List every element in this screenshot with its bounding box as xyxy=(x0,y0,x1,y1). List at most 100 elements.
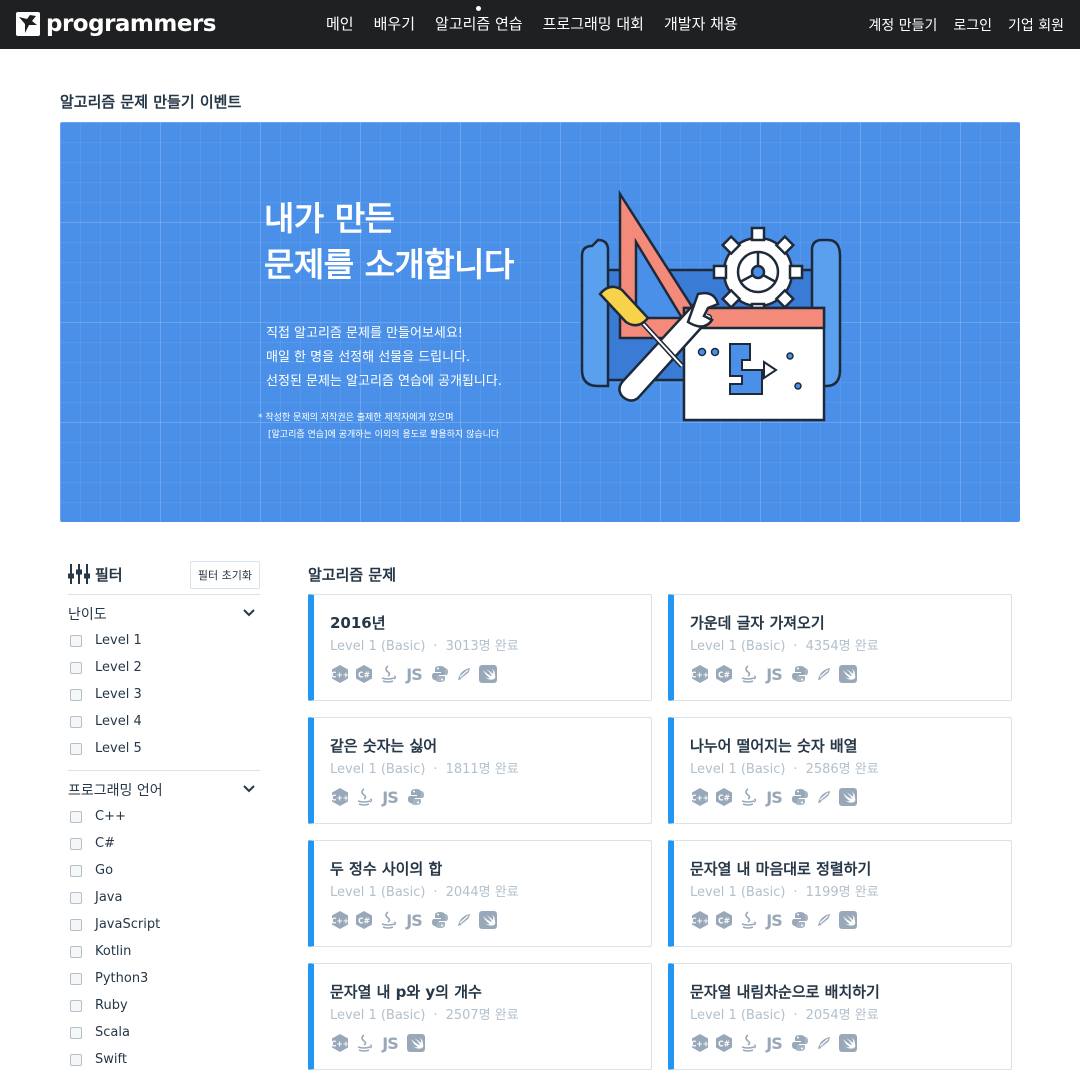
problem-meta: Level 1 (Basic) · 3013명 완료 xyxy=(330,639,519,654)
chevron-down-icon xyxy=(242,606,256,624)
language-option-scala[interactable]: Scala xyxy=(70,1025,130,1040)
checkbox[interactable] xyxy=(70,661,82,674)
language-icons: C++ JS xyxy=(330,787,426,807)
problem-title: 문자열 내림차순으로 배치하기 xyxy=(690,983,880,1001)
nav-item-learn[interactable]: 배우기 xyxy=(364,0,425,49)
checkbox[interactable] xyxy=(70,1026,82,1039)
event-banner[interactable]: 내가 만든 문제를 소개합니다 직접 알고리즘 문제를 만들어보세요! 매일 한… xyxy=(60,122,1020,522)
checkbox[interactable] xyxy=(70,742,82,755)
java-icon xyxy=(378,664,398,684)
problem-level: Level 1 (Basic) xyxy=(690,885,786,900)
checkbox[interactable] xyxy=(70,864,82,877)
language-group-toggle[interactable]: 프로그래밍 언어 xyxy=(68,780,260,800)
language-option-kotlin[interactable]: Kotlin xyxy=(70,944,131,959)
problem-card[interactable]: 문자열 내 p와 y의 개수 Level 1 (Basic) · 2507명 완료 … xyxy=(308,963,652,1070)
top-navbar: programmers 메인 배우기 알고리즘 연습 프로그래밍 대회 개발자 … xyxy=(0,0,1080,49)
language-icons: C++ C# JS xyxy=(690,1033,858,1053)
signup-link[interactable]: 계정 만들기 xyxy=(869,15,938,35)
checkbox[interactable] xyxy=(70,1053,82,1066)
problem-level: Level 1 (Basic) xyxy=(690,762,786,777)
main-nav: 메인 배우기 알고리즘 연습 프로그래밍 대회 개발자 채용 xyxy=(316,0,748,49)
scala-icon xyxy=(454,664,474,684)
brand-logo-link[interactable]: programmers xyxy=(16,11,217,37)
language-option-java[interactable]: Java xyxy=(70,890,122,905)
checkbox[interactable] xyxy=(70,891,82,904)
account-nav: 계정 만들기 로그인 기업 회원 xyxy=(869,0,1064,49)
problem-card[interactable]: 나누어 떨어지는 숫자 배열 Level 1 (Basic) · 2586명 완료 … xyxy=(668,717,1012,824)
problem-card[interactable]: 같은 숫자는 싫어 Level 1 (Basic) · 1811명 완료 C++ JS xyxy=(308,717,652,824)
problem-level: Level 1 (Basic) xyxy=(330,1008,426,1023)
language-option-cpp[interactable]: C++ xyxy=(70,809,126,824)
problem-meta: Level 1 (Basic) · 1811명 완료 xyxy=(330,762,519,777)
nav-item-contest[interactable]: 프로그래밍 대회 xyxy=(533,0,654,49)
svg-text:C++: C++ xyxy=(331,917,349,926)
checkbox[interactable] xyxy=(70,715,82,728)
language-option-swift[interactable]: Swift xyxy=(70,1052,127,1067)
problem-title: 같은 숫자는 싫어 xyxy=(330,737,438,755)
difficulty-option-level-5[interactable]: Level 5 xyxy=(70,741,142,756)
java-icon xyxy=(738,1033,758,1053)
csharp-icon: C# xyxy=(714,664,734,684)
difficulty-group-toggle[interactable]: 난이도 xyxy=(68,604,260,624)
filter-divider xyxy=(68,770,260,771)
checkbox[interactable] xyxy=(70,945,82,958)
checkbox[interactable] xyxy=(70,837,82,850)
nav-item-main[interactable]: 메인 xyxy=(316,0,364,49)
svg-text:C++: C++ xyxy=(691,671,709,680)
language-icons: C++ C# JS xyxy=(330,910,498,930)
swift-icon xyxy=(838,787,858,807)
swift-icon xyxy=(838,910,858,930)
checkbox[interactable] xyxy=(70,972,82,985)
checkbox[interactable] xyxy=(70,688,82,701)
problem-completed-count: 2044명 완료 xyxy=(445,885,519,900)
checkbox[interactable] xyxy=(70,634,82,647)
javascript-icon: JS xyxy=(766,910,782,930)
problem-meta: Level 1 (Basic) · 2507명 완료 xyxy=(330,1008,519,1023)
language-option-ruby[interactable]: Ruby xyxy=(70,998,128,1013)
swift-icon xyxy=(478,664,498,684)
svg-text:C++: C++ xyxy=(331,794,349,803)
login-link[interactable]: 로그인 xyxy=(953,15,992,35)
problem-title: 가운데 글자 가져오기 xyxy=(690,614,825,632)
problem-card[interactable]: 문자열 내림차순으로 배치하기 Level 1 (Basic) · 2054명 완료… xyxy=(668,963,1012,1070)
problem-card[interactable]: 두 정수 사이의 합 Level 1 (Basic) · 2044명 완료 C++ C… xyxy=(308,840,652,947)
problem-level: Level 1 (Basic) xyxy=(330,762,426,777)
nav-item-algorithm-practice[interactable]: 알고리즘 연습 xyxy=(425,0,533,49)
nav-item-jobs[interactable]: 개발자 채용 xyxy=(654,0,748,49)
cpp-icon: C++ xyxy=(330,910,350,930)
problem-card[interactable]: 가운데 글자 가져오기 Level 1 (Basic) · 4354명 완료 C++… xyxy=(668,594,1012,701)
cpp-icon: C++ xyxy=(330,787,350,807)
swift-icon xyxy=(838,1033,858,1053)
language-option-python3[interactable]: Python3 xyxy=(70,971,148,986)
language-icons: C++ C# JS xyxy=(690,787,858,807)
svg-text:C#: C# xyxy=(718,794,730,803)
difficulty-option-level-4[interactable]: Level 4 xyxy=(70,714,142,729)
cpp-icon: C++ xyxy=(330,1033,350,1053)
scala-icon xyxy=(454,910,474,930)
svg-text:C#: C# xyxy=(358,671,370,680)
company-member-link[interactable]: 기업 회원 xyxy=(1008,15,1064,35)
filter-reset-button[interactable]: 필터 초기화 xyxy=(189,561,260,589)
difficulty-option-level-1[interactable]: Level 1 xyxy=(70,633,142,648)
language-option-go[interactable]: Go xyxy=(70,863,113,878)
problem-meta: Level 1 (Basic) · 2054명 완료 xyxy=(690,1008,879,1023)
difficulty-option-level-2[interactable]: Level 2 xyxy=(70,660,142,675)
problem-card[interactable]: 문자열 내 마음대로 정렬하기 Level 1 (Basic) · 1199명 완료… xyxy=(668,840,1012,947)
checkbox[interactable] xyxy=(70,999,82,1012)
problem-card[interactable]: 2016년 Level 1 (Basic) · 3013명 완료 C++ C# JS xyxy=(308,594,652,701)
problem-title: 문자열 내 p와 y의 개수 xyxy=(330,983,482,1001)
problems-section-title: 알고리즘 문제 xyxy=(308,566,397,584)
language-option-javascript[interactable]: JavaScript xyxy=(70,917,160,932)
language-icons: C++ C# JS xyxy=(690,664,858,684)
language-option-csharp[interactable]: C# xyxy=(70,836,115,851)
checkbox[interactable] xyxy=(70,918,82,931)
javascript-icon: JS xyxy=(766,1033,782,1053)
brand-name: programmers xyxy=(46,11,217,37)
problem-title: 두 정수 사이의 합 xyxy=(330,860,443,878)
language-icons: C++ JS xyxy=(330,1033,426,1053)
swift-icon xyxy=(478,910,498,930)
scala-icon xyxy=(814,787,834,807)
javascript-icon: JS xyxy=(382,1033,398,1053)
difficulty-option-level-3[interactable]: Level 3 xyxy=(70,687,142,702)
checkbox[interactable] xyxy=(70,810,82,823)
